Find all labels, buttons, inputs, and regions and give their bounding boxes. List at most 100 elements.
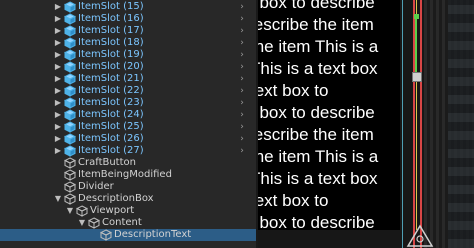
hierarchy-row-label: Content bbox=[102, 217, 142, 228]
open-prefab-chevron-icon[interactable]: › bbox=[238, 61, 246, 73]
foldout-collapsed-icon[interactable]: ▶ bbox=[54, 97, 62, 109]
description-text-box: t box to describe lescribe the item the it… bbox=[258, 0, 400, 230]
foldout-expanded-icon[interactable]: ▼ bbox=[78, 217, 86, 229]
open-prefab-chevron-icon[interactable]: › bbox=[238, 133, 246, 145]
gameobject-cube-icon bbox=[99, 229, 113, 241]
hierarchy-row-label: CraftButton bbox=[78, 157, 136, 168]
description-text-line: t box to describe bbox=[258, 103, 375, 122]
rect-guide-line bbox=[402, 0, 403, 248]
rect-transform-handle[interactable] bbox=[412, 72, 422, 82]
prefab-cube-icon bbox=[63, 13, 77, 25]
description-text-line: This is a text box bbox=[258, 169, 378, 188]
foldout-collapsed-icon[interactable]: ▶ bbox=[54, 85, 62, 97]
description-text-line: text box to bbox=[258, 191, 329, 210]
hierarchy-row[interactable]: ▶ ItemSlot (26) › bbox=[0, 133, 256, 145]
scene-view[interactable]: t box to describe lescribe the item the it… bbox=[258, 0, 474, 248]
hierarchy-row[interactable]: ▶ ItemSlot (20) › bbox=[0, 61, 256, 73]
prefab-cube-icon bbox=[63, 85, 77, 97]
foldout-collapsed-icon[interactable]: ▶ bbox=[54, 145, 62, 157]
gameobject-cube-icon bbox=[63, 157, 77, 169]
prefab-cube-icon bbox=[63, 37, 77, 49]
hierarchy-row[interactable]: ▶ ItemSlot (16) › bbox=[0, 13, 256, 25]
hierarchy-row[interactable]: ▶ ItemSlot (17) › bbox=[0, 25, 256, 37]
hierarchy-row[interactable]: ▶ ItemSlot (19) › bbox=[0, 49, 256, 61]
prefab-cube-icon bbox=[63, 145, 77, 157]
description-text-line: text box to bbox=[258, 81, 329, 100]
foldout-collapsed-icon[interactable]: ▶ bbox=[54, 73, 62, 85]
foldout-collapsed-icon[interactable]: ▶ bbox=[54, 133, 62, 145]
hierarchy-row[interactable]: ▼ DescriptionBox bbox=[0, 193, 256, 205]
foldout-expanded-icon[interactable]: ▼ bbox=[54, 193, 62, 205]
hierarchy-row[interactable]: ▼ Content bbox=[0, 217, 256, 229]
hierarchy-row-label: ItemSlot (19) bbox=[78, 49, 144, 60]
foldout-collapsed-icon[interactable]: ▶ bbox=[54, 49, 62, 61]
hierarchy-row-label: ItemSlot (26) bbox=[78, 133, 144, 144]
hierarchy-row-label: Divider bbox=[78, 181, 114, 192]
prefab-cube-icon bbox=[63, 133, 77, 145]
hierarchy-row-label: ItemSlot (25) bbox=[78, 121, 144, 132]
hierarchy-panel[interactable]: ▶ ItemSlot (15) › ▶ ItemSlot (16) › ▶ ItemSlot … bbox=[0, 0, 256, 248]
foldout-collapsed-icon[interactable]: ▶ bbox=[54, 25, 62, 37]
hierarchy-row[interactable]: ▶ ItemSlot (24) › bbox=[0, 109, 256, 121]
description-text-line: t box to describe bbox=[258, 0, 375, 12]
open-prefab-chevron-icon[interactable]: › bbox=[238, 109, 246, 121]
open-prefab-chevron-icon[interactable]: › bbox=[238, 121, 246, 133]
foldout-collapsed-icon[interactable]: ▶ bbox=[54, 109, 62, 121]
foldout-collapsed-icon[interactable]: ▶ bbox=[54, 37, 62, 49]
hierarchy-row-label: ItemSlot (21) bbox=[78, 73, 144, 84]
hierarchy-row[interactable]: ▶ ItemSlot (15) › bbox=[0, 1, 256, 13]
hierarchy-row[interactable]: ▶ ItemSlot (27) › bbox=[0, 145, 256, 157]
hierarchy-row-label: ItemSlot (18) bbox=[78, 37, 144, 48]
open-prefab-chevron-icon[interactable]: › bbox=[238, 97, 246, 109]
scroll-gizmo-knob[interactable] bbox=[414, 14, 419, 19]
hierarchy-row-label: ItemSlot (17) bbox=[78, 25, 144, 36]
hierarchy-row[interactable]: ▶ ItemSlot (21) › bbox=[0, 73, 256, 85]
hierarchy-row[interactable]: ItemBeingModified bbox=[0, 169, 256, 181]
foldout-expanded-icon[interactable]: ▼ bbox=[66, 205, 74, 217]
hierarchy-row[interactable]: CraftButton bbox=[0, 157, 256, 169]
gameobject-cube-icon bbox=[87, 217, 101, 229]
open-prefab-chevron-icon[interactable]: › bbox=[238, 145, 246, 157]
prefab-cube-icon bbox=[63, 1, 77, 13]
foldout-collapsed-icon[interactable]: ▶ bbox=[54, 121, 62, 133]
open-prefab-chevron-icon[interactable]: › bbox=[238, 85, 246, 97]
hierarchy-row-label: ItemSlot (24) bbox=[78, 109, 144, 120]
hierarchy-row-label: ItemSlot (22) bbox=[78, 85, 144, 96]
hierarchy-row-label: ItemBeingModified bbox=[78, 169, 172, 180]
prefab-cube-icon bbox=[63, 49, 77, 61]
hierarchy-row[interactable]: ▶ ItemSlot (25) › bbox=[0, 121, 256, 133]
hierarchy-row-label: DescriptionBox bbox=[78, 193, 154, 204]
rect-guide-line-red-2 bbox=[420, 0, 422, 248]
prefab-cube-icon bbox=[63, 121, 77, 133]
gameobject-cube-icon bbox=[63, 169, 77, 181]
prefab-cube-icon bbox=[63, 109, 77, 121]
hierarchy-row-label: ItemSlot (27) bbox=[78, 145, 144, 156]
hierarchy-row[interactable]: ▶ ItemSlot (22) › bbox=[0, 85, 256, 97]
open-prefab-chevron-icon[interactable]: › bbox=[238, 73, 246, 85]
open-prefab-chevron-icon[interactable]: › bbox=[238, 25, 246, 37]
foldout-collapsed-icon[interactable]: ▶ bbox=[54, 61, 62, 73]
gameobject-cube-icon bbox=[63, 181, 77, 193]
gameobject-cube-icon bbox=[63, 193, 77, 205]
hierarchy-row[interactable]: DescriptionText bbox=[0, 229, 256, 241]
open-prefab-chevron-icon[interactable]: › bbox=[238, 37, 246, 49]
foldout-collapsed-icon[interactable]: ▶ bbox=[54, 13, 62, 25]
open-prefab-chevron-icon[interactable]: › bbox=[238, 1, 246, 13]
open-prefab-chevron-icon[interactable]: › bbox=[238, 49, 246, 61]
hierarchy-row-label: ItemSlot (20) bbox=[78, 61, 144, 72]
prefab-cube-icon bbox=[63, 97, 77, 109]
description-text-line: lescribe the item bbox=[258, 125, 374, 144]
prefab-cube-icon bbox=[63, 73, 77, 85]
description-text-line: lescribe the item bbox=[258, 15, 374, 34]
open-prefab-chevron-icon[interactable]: › bbox=[238, 13, 246, 25]
foldout-collapsed-icon[interactable]: ▶ bbox=[54, 1, 62, 13]
hierarchy-row[interactable]: Divider bbox=[0, 181, 256, 193]
hierarchy-row[interactable]: ▼ Viewport bbox=[0, 205, 256, 217]
pivot-gizmo-icon[interactable] bbox=[406, 224, 434, 248]
scene-background-texture bbox=[448, 0, 474, 248]
hierarchy-row[interactable]: ▶ ItemSlot (23) › bbox=[0, 97, 256, 109]
hierarchy-row[interactable]: ▶ ItemSlot (18) › bbox=[0, 37, 256, 49]
hierarchy-row-label: ItemSlot (15) bbox=[78, 1, 144, 12]
description-text-line: the item This is a bbox=[258, 37, 379, 56]
hierarchy-row-label: DescriptionText bbox=[114, 229, 192, 240]
